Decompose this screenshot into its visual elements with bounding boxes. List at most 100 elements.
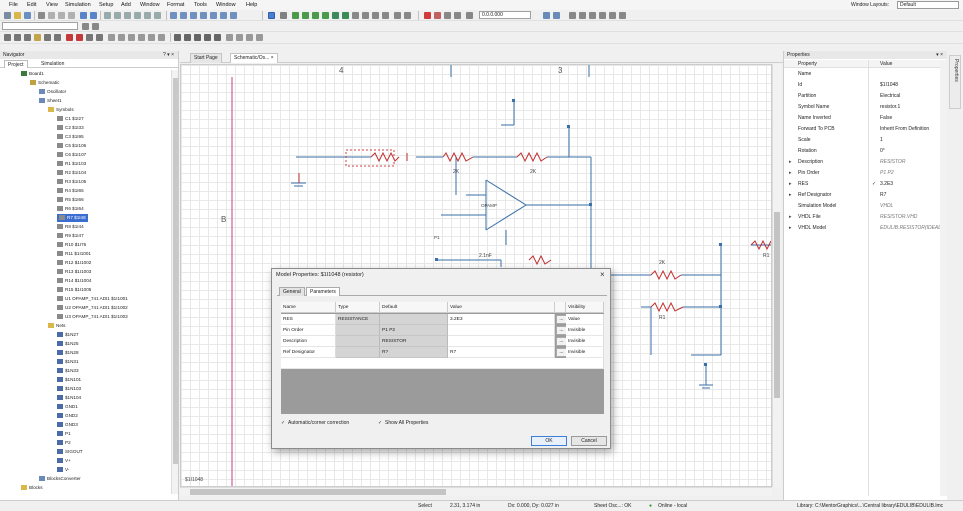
close-icon[interactable]: × (600, 270, 605, 279)
wire-icon[interactable] (280, 12, 287, 19)
property-row[interactable]: Forward To PCB Inherit From Definition (784, 124, 947, 135)
refresh-icon[interactable] (200, 12, 207, 19)
tab-project[interactable]: Project (4, 60, 28, 68)
scope-arrow-icon[interactable] (82, 23, 89, 30)
select-icon[interactable] (268, 12, 275, 19)
property-value[interactable]: Inherit From Definition (880, 124, 929, 135)
tree-item[interactable]: $1N31 (57, 358, 79, 366)
ok-button[interactable]: OK (531, 436, 567, 446)
zoom-sheet-icon[interactable] (154, 12, 161, 19)
tree-item[interactable]: $1N27 (57, 331, 79, 339)
property-row[interactable]: Name Inverted False (784, 113, 947, 124)
property-value[interactable]: Electrical (880, 91, 900, 102)
tree-item[interactable]: U2 OPAMP_741 ADI1 $1I1002 (57, 304, 128, 312)
tree-item[interactable]: R3 $1I105 (57, 178, 86, 186)
property-value[interactable]: 0° (880, 146, 885, 157)
grid-cell-value[interactable] (448, 336, 555, 347)
brush-icon[interactable] (204, 34, 211, 41)
tree-item[interactable]: C2 $1I33 (57, 124, 84, 132)
print-icon[interactable] (38, 12, 45, 19)
property-value[interactable]: R7 (880, 190, 886, 201)
new-icon[interactable] (4, 12, 11, 19)
cancel-button[interactable]: Cancel (571, 436, 607, 446)
copy-icon[interactable] (58, 12, 65, 19)
tab-general[interactable]: General (279, 287, 305, 296)
save-icon[interactable] (24, 12, 31, 19)
property-row[interactable]: ▸ VHDL File RESISTOR.VHD (784, 212, 947, 223)
zoom-in-icon[interactable] (104, 12, 111, 19)
check-icon[interactable] (44, 34, 51, 41)
pencil-icon[interactable] (194, 34, 201, 41)
properties-icon[interactable] (24, 34, 31, 41)
property-value[interactable]: RESISTOR.VHD (880, 212, 917, 223)
expand-icon[interactable]: ▸ (789, 223, 792, 234)
replace-icon[interactable] (128, 34, 135, 41)
curve-icon[interactable] (148, 34, 155, 41)
property-value[interactable]: RESISTOR (880, 157, 905, 168)
tree-item[interactable]: $1N104 (57, 394, 81, 402)
navigator-scrollbar[interactable] (171, 70, 178, 494)
properties-scrollbar[interactable] (940, 60, 947, 496)
tree-item[interactable]: SIGOUT (57, 448, 83, 456)
open-icon[interactable] (14, 12, 21, 19)
tree-item[interactable]: V- (57, 466, 69, 474)
menu-simulation[interactable]: Simulation (65, 2, 91, 8)
scope-dropdown[interactable] (2, 22, 78, 30)
tree-item[interactable]: R15 $1I1005 (57, 286, 91, 294)
tree-item[interactable]: Oscillator (39, 88, 66, 96)
property-value[interactable]: P1 P2 (880, 168, 894, 179)
zoom-fit-icon[interactable] (134, 12, 141, 19)
tree-item[interactable]: $1N33 (57, 367, 79, 375)
grid-cell-visibility[interactable]: Invisible (566, 347, 604, 358)
tree-item[interactable]: U1 OPAMP_741 ADI1 $1I1001 (57, 295, 128, 303)
cross-probe-icon[interactable] (108, 34, 115, 41)
expand-icon[interactable]: ▸ (789, 157, 792, 168)
connect-icon[interactable] (246, 34, 253, 41)
close-tab-icon[interactable]: × (271, 55, 274, 61)
tree-item[interactable]: V+ (57, 457, 71, 465)
tree-item[interactable]: R6 $1I64 (57, 205, 84, 213)
filter-icon[interactable] (92, 23, 99, 30)
line-icon[interactable] (352, 12, 359, 19)
tab-schematic[interactable]: Schematic/Os... × (230, 53, 278, 63)
menu-format[interactable]: Format (167, 2, 184, 8)
hierarchy-icon[interactable] (210, 12, 217, 19)
tree-item[interactable]: R4 $1I65 (57, 187, 84, 195)
property-row[interactable]: Partition Electrical (784, 91, 947, 102)
settings-icon[interactable] (4, 34, 11, 41)
property-row[interactable]: ▸ Description RESISTOR (784, 157, 947, 168)
window-layouts-select[interactable]: Default (897, 1, 959, 9)
tree-item[interactable]: Nets (48, 322, 65, 330)
grid-settings-icon[interactable] (543, 12, 550, 19)
transform-icon[interactable] (236, 34, 243, 41)
report-icon[interactable] (96, 34, 103, 41)
net-icon[interactable] (292, 12, 299, 19)
cut-icon[interactable] (48, 12, 55, 19)
property-row[interactable]: Rotation 0° (784, 146, 947, 157)
rotate-icon[interactable] (394, 12, 401, 19)
property-value[interactable]: resistor.1 (880, 102, 900, 113)
nav-down-icon[interactable] (599, 12, 606, 19)
show-all-properties-checkbox[interactable]: ✓ Show All Properties (378, 420, 428, 426)
menu-setup[interactable]: Setup (99, 2, 113, 8)
measure-icon[interactable] (138, 34, 145, 41)
tree-item[interactable]: GND3 (57, 421, 78, 429)
lasso-icon[interactable] (226, 34, 233, 41)
property-row[interactable]: Symbol Name resistor.1 (784, 102, 947, 113)
tree-item[interactable]: GND1 (57, 403, 78, 411)
tree-item[interactable]: R11 $1I1001 (57, 250, 91, 258)
panel-controls[interactable]: ? ▾ × (163, 51, 174, 59)
canvas-horizontal-scrollbar[interactable] (180, 487, 772, 496)
menu-view[interactable]: View (46, 2, 58, 8)
zoom-value-field[interactable]: 0.0.0.000 (479, 11, 531, 19)
nav-top-icon[interactable] (609, 12, 616, 19)
properties-side-tab[interactable]: Properties (949, 55, 961, 109)
warning-icon[interactable] (76, 34, 83, 41)
canvas-horizontal-scroll-thumb[interactable] (190, 489, 446, 495)
tree-item[interactable]: $1N28 (57, 349, 79, 357)
menu-edit[interactable]: Edit (27, 2, 36, 8)
canvas-vertical-scroll-thumb[interactable] (774, 212, 780, 398)
tree-item[interactable]: R14 $1I1004 (57, 277, 91, 285)
tree-item[interactable]: BlocksConverter (39, 475, 81, 483)
menu-window[interactable]: Window (216, 2, 236, 8)
